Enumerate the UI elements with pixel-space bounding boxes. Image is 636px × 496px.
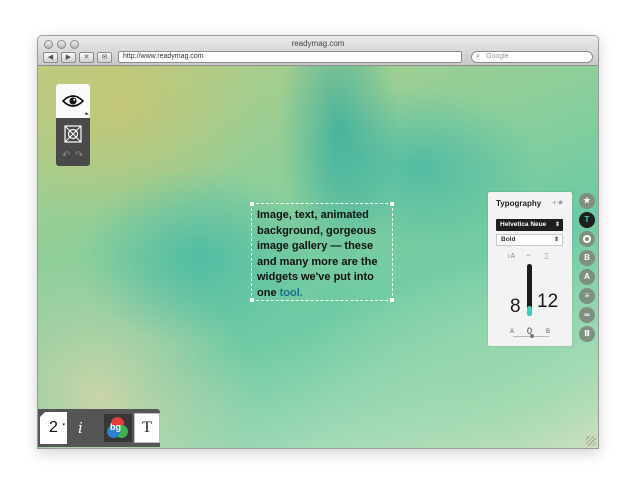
info-button[interactable]: i [78,419,83,437]
font-case-icon[interactable]: A [579,269,595,285]
forward-button[interactable]: ▶ [61,52,76,63]
back-button[interactable]: ◀ [43,52,58,63]
font-family-value: Helvetica Neue [500,221,547,228]
resize-handle-top-left[interactable] [250,202,254,206]
page-number: 2 [49,419,58,436]
add-preset-icon[interactable]: +★ [552,198,564,207]
tool-group: ↶ ↷ [56,118,90,166]
link-icon[interactable]: ∞ [579,307,595,323]
select-arrow-icon: ⇕ [554,222,560,228]
font-size-slider[interactable] [527,264,532,316]
stop-button[interactable]: ✕ [79,52,94,63]
font-family-select[interactable]: Helvetica Neue ⇕ [496,219,563,231]
text-icon[interactable]: T [579,212,595,228]
align-icon[interactable]: ≡ [579,288,595,304]
tracking-slider-handle[interactable] [530,334,534,338]
select-arrow-icon: ⇕ [553,237,559,243]
search-icon: ⌕ [476,53,480,60]
leading-icon: ⌶ [544,252,549,261]
typography-panel: Typography +★ Helvetica Neue ⇕ Bold ⇕ ↕A… [488,192,572,346]
search-input[interactable]: ⌕ Google [471,51,593,63]
background-label: bg [110,422,121,432]
resize-handle-bottom-right[interactable] [390,298,394,302]
bottom-toolbar: 2 ▾ i bg T [38,409,160,447]
columns-icon[interactable]: Ⅲ [579,326,595,342]
resize-handle-top-right[interactable] [390,202,394,206]
browser-window: readymag.com ◀ ▶ ✕ ✉ http://www.readymag… [37,35,599,449]
window-title: readymag.com [291,39,345,48]
kerning-icon: ⇔ [525,252,532,259]
tool-panel: ↶ ↷ [56,84,90,166]
resize-handle-bottom-left[interactable] [250,298,254,302]
font-weight-select[interactable]: Bold ⇕ [496,234,563,246]
text-widget[interactable]: Image, text, animated background, gorgeo… [250,202,394,302]
add-text-button[interactable]: T [134,413,160,443]
font-size-icon: ↕A [507,253,516,260]
tracking-min-label: A [510,329,515,335]
page-corner [40,412,45,417]
text-widget-highlight: tool. [279,286,303,299]
page-canvas[interactable]: ↶ ↷ Image, text, animated background, go… [38,66,598,448]
crop-frame-icon[interactable] [63,124,83,144]
mail-button[interactable]: ✉ [97,52,112,63]
eye-icon [62,95,84,107]
title-bar: readymag.com ◀ ▶ ✕ ✉ http://www.readymag… [38,36,598,66]
font-size-slider-fill [527,305,532,316]
page-number-button[interactable]: 2 ▾ [40,412,67,444]
search-placeholder: Google [486,53,509,60]
redo-icon[interactable]: ↷ [75,150,83,161]
resize-grip[interactable] [586,436,596,446]
address-bar[interactable]: http://www.readymag.com [118,51,462,63]
tracking-max-label: B [546,329,551,335]
text-widget-body: Image, text, animated background, gorgeo… [257,209,378,299]
widget-settings-bar: ★ T B A ≡ ∞ Ⅲ [579,193,595,345]
typography-title: Typography [496,199,542,208]
preview-button[interactable] [56,84,90,118]
chevron-down-icon [84,112,89,117]
nav-buttons: ◀ ▶ ✕ ✉ [43,52,112,63]
font-size-value[interactable]: 8 [510,296,521,318]
undo-icon[interactable]: ↶ [62,150,70,161]
leading-value[interactable]: 12 [537,291,558,313]
star-icon[interactable]: ★ [579,193,595,209]
circle-icon[interactable] [579,231,595,247]
ring-shape [583,235,591,243]
font-weight-value: Bold [501,236,516,243]
bold-icon[interactable]: B [579,250,595,266]
chevron-down-icon: ▾ [62,422,65,428]
background-button[interactable]: bg [104,414,132,442]
